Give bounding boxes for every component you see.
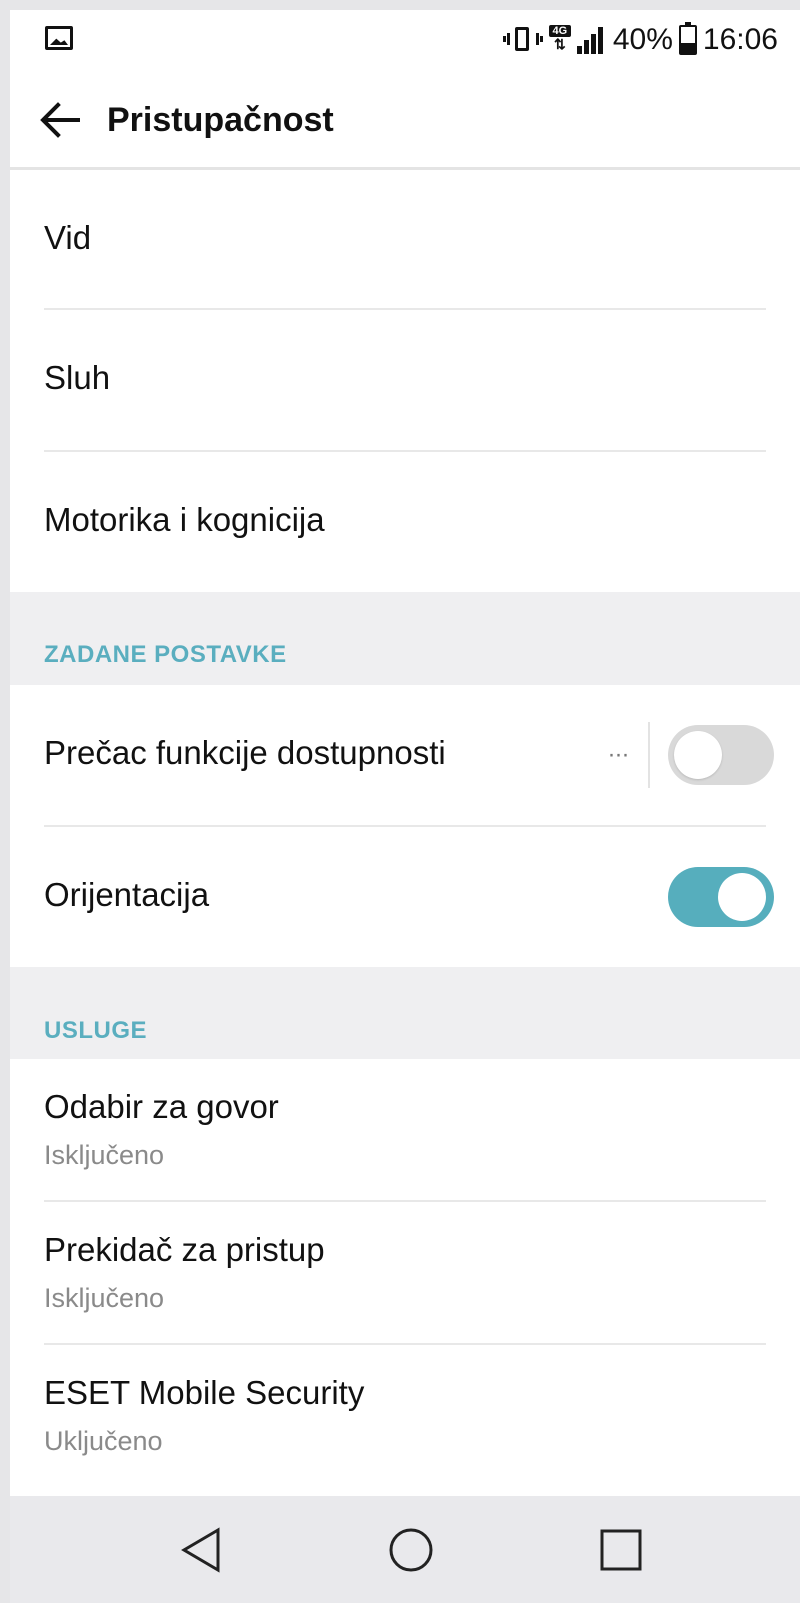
list-item-select-to-speak[interactable]: Odabir za govor Isključeno	[10, 1059, 800, 1200]
list-item-status: Isključeno	[44, 1283, 165, 1313]
list-item-switch-access[interactable]: Prekidač za pristup Isključeno	[10, 1202, 800, 1343]
vibrate-icon	[502, 25, 543, 55]
list-item-label: Prekidač za pristup	[44, 1231, 325, 1268]
vertical-divider	[648, 722, 650, 788]
list-item-label: Orijentacija	[44, 876, 210, 913]
home-circle-icon[interactable]	[387, 1526, 435, 1574]
toggle-knob	[674, 731, 722, 779]
image-icon	[45, 26, 73, 50]
list-item-motorika[interactable]: Motorika i kognicija	[10, 452, 800, 592]
status-bar: 4G ⇅ 40% 16:06	[10, 10, 800, 70]
section-header-services: USLUGE	[10, 967, 800, 1059]
list-item-eset[interactable]: ESET Mobile Security Uključeno	[10, 1345, 800, 1496]
list-item-orientation[interactable]: Orijentacija	[10, 827, 800, 967]
list-item-label: Sluh	[44, 359, 111, 396]
arrow-back-icon[interactable]	[38, 98, 82, 142]
list-item-label: ESET Mobile Security	[44, 1374, 365, 1411]
page-title: Pristupačnost	[107, 101, 334, 139]
screen: 4G ⇅ 40% 16:06 Pristupačnost Vid Sluh Mo…	[10, 10, 800, 1603]
list-item-label: Vid	[44, 219, 92, 256]
recents-square-icon[interactable]	[597, 1526, 645, 1574]
section-title: USLUGE	[44, 1017, 148, 1044]
accessibility-shortcut-toggle[interactable]	[668, 725, 774, 785]
back-triangle-icon[interactable]	[178, 1526, 226, 1574]
list-item-label: Prečac funkcije dostupnosti	[44, 734, 446, 771]
orientation-toggle[interactable]	[668, 867, 774, 927]
list-item-label: Odabir za govor	[44, 1088, 279, 1125]
clock: 16:06	[702, 23, 778, 56]
status-icons: 4G ⇅ 40% 16:06	[502, 22, 778, 58]
app-bar: Pristupačnost	[10, 70, 800, 170]
toggle-knob	[718, 873, 766, 921]
battery-icon	[678, 22, 697, 55]
section-title: ZADANE POSTAVKE	[44, 641, 287, 668]
list-item-vid[interactable]: Vid	[10, 170, 800, 308]
navigation-bar	[10, 1496, 800, 1603]
list-item-status: Isključeno	[44, 1140, 165, 1170]
section-header-defaults: ZADANE POSTAVKE	[10, 592, 800, 685]
4g-data-icon: 4G ⇅	[548, 25, 571, 55]
battery-percent: 40%	[612, 23, 673, 56]
signal-icon	[576, 26, 607, 54]
list-item-status: Uključeno	[44, 1426, 163, 1456]
list-item-label: Motorika i kognicija	[44, 501, 325, 538]
more-options-icon[interactable]: ···	[602, 739, 634, 771]
list-item-sluh[interactable]: Sluh	[10, 310, 800, 450]
list-item-accessibility-shortcut[interactable]: Prečac funkcije dostupnosti ···	[10, 685, 800, 825]
